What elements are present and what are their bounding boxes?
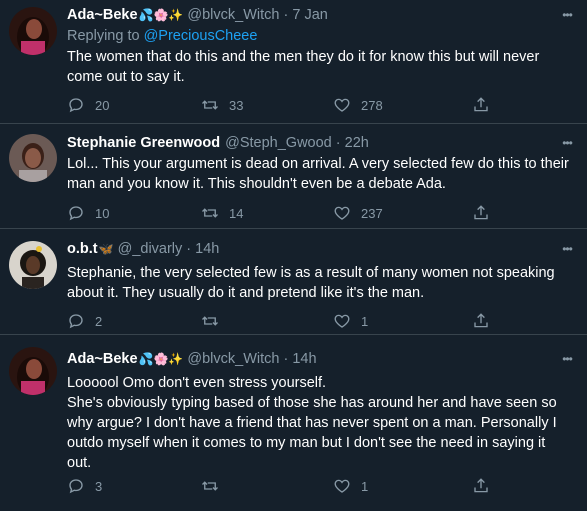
replying-to-handle[interactable]: @PreciousCheee xyxy=(144,28,258,44)
tweet[interactable]: Stephanie Greenwood @Steph_Gwood · 22h •… xyxy=(0,124,587,229)
display-name[interactable]: Ada~Beke xyxy=(67,7,138,23)
reply-icon xyxy=(69,98,83,113)
avatar[interactable] xyxy=(9,7,57,55)
share-button[interactable] xyxy=(472,476,500,496)
retweet-icon xyxy=(202,481,218,491)
tweet-text: Loooool Omo don't even stress yourself. … xyxy=(67,373,572,473)
separator-dot: · xyxy=(279,351,293,367)
handle[interactable]: @blvck_Witch xyxy=(187,351,279,367)
replying-to: Replying to @PreciousCheee xyxy=(67,28,257,44)
tweet-actions: 2 1 xyxy=(67,311,497,331)
handle[interactable]: @Steph_Gwood xyxy=(225,135,332,151)
tweet-text-line: Loooool Omo don't even stress yourself. xyxy=(67,375,327,391)
tweet-actions: 3 1 xyxy=(67,476,497,496)
name-emoji: 💦🌸✨ xyxy=(138,8,184,22)
tweet-thread: Ada~Beke💦🌸✨ @blvck_Witch · 7 Jan ••• Rep… xyxy=(0,0,587,511)
separator-dot: · xyxy=(331,135,345,151)
heart-icon xyxy=(334,314,350,328)
timestamp[interactable]: 7 Jan xyxy=(292,7,327,23)
tweet[interactable]: Ada~Beke💦🌸✨ @blvck_Witch · 7 Jan ••• Rep… xyxy=(0,0,587,124)
share-icon xyxy=(474,313,488,328)
tweet-actions: 20 33 278 xyxy=(67,95,497,115)
like-count: 278 xyxy=(361,97,383,113)
tweet-text: Lol... This your argument is dead on arr… xyxy=(67,156,569,192)
name-emoji: 🦋 xyxy=(98,242,114,256)
tweet-text: The women that do this and the men they … xyxy=(67,49,540,85)
name-emoji: 💦🌸✨ xyxy=(138,352,184,366)
handle[interactable]: @blvck_Witch xyxy=(187,7,279,23)
tweet[interactable]: o.b.t🦋 @_divarly · 14h ••• Stephanie, th… xyxy=(0,229,587,335)
tweet-header: Ada~Beke💦🌸✨ @blvck_Witch · 7 Jan xyxy=(67,7,328,23)
timestamp[interactable]: 22h xyxy=(345,135,369,151)
share-icon xyxy=(474,205,488,220)
heart-icon xyxy=(334,98,350,112)
retweet-icon xyxy=(202,100,218,110)
retweet-button[interactable] xyxy=(201,476,229,496)
reply-button[interactable]: 2 xyxy=(67,311,102,331)
separator-dot: · xyxy=(182,241,196,257)
timestamp[interactable]: 14h xyxy=(292,351,316,367)
share-button[interactable] xyxy=(472,203,500,223)
tweet-actions: 10 14 237 xyxy=(67,203,497,223)
reply-count: 2 xyxy=(95,313,103,329)
tweet-header: Ada~Beke💦🌸✨ @blvck_Witch · 14h xyxy=(67,351,317,367)
reply-button[interactable]: 3 xyxy=(67,476,102,496)
retweet-button[interactable]: 33 xyxy=(201,95,243,115)
retweet-count: 33 xyxy=(229,97,244,113)
tweet[interactable]: Ada~Beke💦🌸✨ @blvck_Witch · 14h ••• Loooo… xyxy=(0,335,587,511)
handle[interactable]: @_divarly xyxy=(118,241,183,257)
more-options-icon[interactable]: ••• xyxy=(557,8,577,28)
avatar[interactable] xyxy=(9,134,57,182)
separator-dot: · xyxy=(279,7,293,23)
display-name[interactable]: o.b.t xyxy=(67,241,98,257)
like-button[interactable]: 1 xyxy=(333,311,368,331)
reply-button[interactable]: 10 xyxy=(67,203,109,223)
tweet-text: Stephanie, the very selected few is as a… xyxy=(67,265,555,301)
display-name[interactable]: Stephanie Greenwood xyxy=(67,135,220,151)
share-icon xyxy=(474,97,488,112)
heart-icon xyxy=(334,206,350,220)
reply-icon xyxy=(69,206,83,221)
reply-button[interactable]: 20 xyxy=(67,95,109,115)
retweet-button[interactable] xyxy=(201,311,229,331)
retweet-icon xyxy=(202,316,218,326)
like-button[interactable]: 237 xyxy=(333,203,383,223)
like-count: 1 xyxy=(361,313,369,329)
more-options-icon[interactable]: ••• xyxy=(557,242,577,262)
heart-icon xyxy=(334,479,350,493)
timestamp[interactable]: 14h xyxy=(195,241,219,257)
tweet-text-line: She's obviously typing based of those sh… xyxy=(67,395,557,471)
share-button[interactable] xyxy=(472,95,500,115)
replying-to-label: Replying to xyxy=(67,28,140,44)
share-button[interactable] xyxy=(472,311,500,331)
retweet-icon xyxy=(202,208,218,218)
share-icon xyxy=(474,478,488,493)
retweet-count: 14 xyxy=(229,205,244,221)
reply-icon xyxy=(69,479,83,494)
avatar[interactable] xyxy=(9,241,57,289)
like-button[interactable]: 278 xyxy=(333,95,383,115)
more-options-icon[interactable]: ••• xyxy=(557,136,577,156)
retweet-button[interactable]: 14 xyxy=(201,203,243,223)
tweet-header: o.b.t🦋 @_divarly · 14h xyxy=(67,241,219,257)
reply-count: 10 xyxy=(95,205,110,221)
like-count: 1 xyxy=(361,478,369,494)
avatar[interactable] xyxy=(9,347,57,395)
display-name[interactable]: Ada~Beke xyxy=(67,351,138,367)
tweet-header: Stephanie Greenwood @Steph_Gwood · 22h xyxy=(67,135,369,151)
like-count: 237 xyxy=(361,205,383,221)
reply-icon xyxy=(69,314,83,329)
reply-count: 20 xyxy=(95,97,110,113)
like-button[interactable]: 1 xyxy=(333,476,368,496)
more-options-icon[interactable]: ••• xyxy=(557,352,577,372)
reply-count: 3 xyxy=(95,478,103,494)
